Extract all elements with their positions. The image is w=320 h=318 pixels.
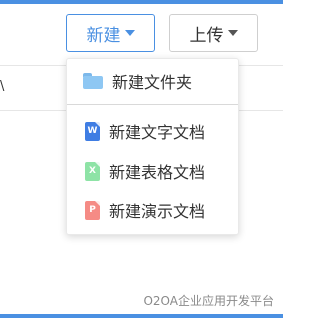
new-dropdown-menu: 新建文件夹 W 新建文字文档 X 新建表格文档 P 新建演示文档 — [66, 58, 239, 235]
menu-item-new-word-doc[interactable]: W 新建文字文档 — [67, 113, 238, 149]
menu-item-new-spreadsheet[interactable]: X 新建表格文档 — [67, 153, 238, 189]
upload-button-label: 上传 — [189, 25, 224, 46]
excel-doc-icon: X — [85, 161, 100, 181]
chevron-down-icon — [227, 30, 238, 36]
new-button-label: 新建 — [86, 25, 121, 46]
watermark-text: O2OA企业应用开发平台 — [143, 294, 274, 308]
ppt-doc-icon: P — [85, 200, 100, 220]
top-accent-bar — [0, 0, 283, 4]
folder-icon — [83, 73, 103, 89]
list-partial-text: \ — [0, 79, 5, 94]
menu-item-label: 新建文字文档 — [109, 123, 206, 142]
bottom-accent-bar — [0, 314, 283, 318]
menu-item-label: 新建文件夹 — [112, 73, 193, 92]
chevron-down-icon — [124, 30, 135, 36]
menu-item-label: 新建演示文档 — [109, 202, 206, 221]
menu-item-label: 新建表格文档 — [109, 163, 206, 182]
menu-item-new-folder[interactable]: 新建文件夹 — [67, 63, 238, 99]
upload-button[interactable]: 上传 — [169, 14, 258, 52]
menu-item-new-presentation[interactable]: P 新建演示文档 — [67, 192, 238, 228]
new-button[interactable]: 新建 — [66, 14, 155, 52]
menu-separator — [67, 104, 238, 105]
word-doc-icon: W — [85, 121, 100, 141]
